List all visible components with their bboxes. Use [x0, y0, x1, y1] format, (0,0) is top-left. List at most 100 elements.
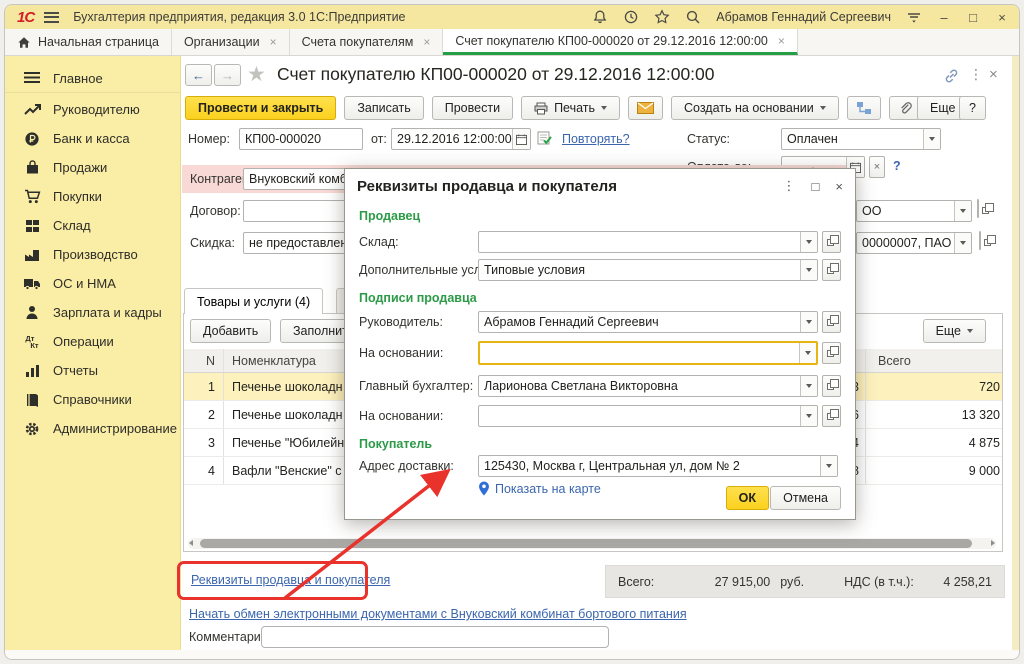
open-head-button[interactable]	[822, 311, 841, 333]
add-row-button[interactable]: Добавить	[190, 319, 271, 343]
tab-close-icon[interactable]: ×	[270, 35, 277, 49]
delivery-address-field[interactable]: 125430, Москва г, Центральная ул, дом № …	[478, 455, 838, 477]
bank-account-field[interactable]: 00000007, ПАО СБ	[856, 232, 972, 254]
print-button[interactable]: Печать	[521, 96, 620, 120]
warehouse-field[interactable]	[478, 231, 818, 253]
dropdown-button[interactable]	[954, 201, 971, 221]
post-button[interactable]: Провести	[432, 96, 513, 120]
main-menu-icon[interactable]	[44, 12, 59, 23]
open-warehouse-button[interactable]	[822, 231, 841, 253]
accountant-field[interactable]: Ларионова Светлана Викторовна	[478, 375, 818, 397]
sidebar-item-reports[interactable]: Отчеты	[5, 356, 180, 385]
ok-button[interactable]: ОК	[726, 486, 769, 510]
sidebar-item-warehouse[interactable]: Склад	[5, 211, 180, 240]
open-basis1-button[interactable]	[822, 342, 841, 364]
dialog-close-icon[interactable]: ×	[835, 179, 843, 194]
dropdown-button[interactable]	[820, 456, 837, 476]
open-bank-account-button[interactable]	[979, 231, 981, 250]
help-button[interactable]: ?	[959, 96, 986, 120]
sidebar-item-manager[interactable]: Руководителю	[5, 95, 180, 124]
dropdown-button[interactable]	[923, 129, 940, 149]
dialog-more-vert-icon[interactable]: ⋮	[783, 178, 796, 194]
cancel-button[interactable]: Отмена	[770, 486, 841, 510]
open-organization-button[interactable]	[977, 199, 979, 218]
table-more-button[interactable]: Еще	[923, 319, 986, 343]
sidebar-item-bank-cash[interactable]: Банк и касса	[5, 124, 180, 153]
requisites-link[interactable]: Реквизиты продавца и покупателя	[191, 573, 390, 587]
favorites-star-icon[interactable]	[654, 9, 670, 25]
open-accountant-button[interactable]	[822, 375, 841, 397]
favorite-star-icon[interactable]: ★	[247, 62, 266, 87]
tab-customer-invoices[interactable]: Счета покупателям ×	[290, 29, 444, 55]
sidebar-item-payroll-hr[interactable]: Зарплата и кадры	[5, 298, 180, 327]
dropdown-button[interactable]	[800, 260, 817, 280]
basis2-field[interactable]	[478, 405, 818, 427]
minimize-button[interactable]: –	[937, 10, 951, 25]
dropdown-button[interactable]	[799, 343, 816, 363]
sidebar-item-administration[interactable]: Администрирование	[5, 414, 180, 443]
sidebar-item-fixed-assets[interactable]: ОС и НМА	[5, 269, 180, 298]
sidebar-item-operations[interactable]: ДтКтОперации	[5, 327, 180, 356]
column-n[interactable]: N	[184, 349, 224, 372]
open-conditions-button[interactable]	[822, 259, 841, 281]
comment-field[interactable]	[261, 626, 609, 648]
sidebar-item-purchases[interactable]: Покупки	[5, 182, 180, 211]
create-based-on-button[interactable]: Создать на основании	[671, 96, 839, 120]
service-menu-icon[interactable]	[906, 9, 922, 25]
tab-home[interactable]: Начальная страница	[5, 29, 172, 55]
sidebar-item-main[interactable]: Главное	[5, 64, 180, 93]
send-email-button[interactable]	[628, 96, 663, 120]
conditions-field[interactable]: Типовые условия	[478, 259, 818, 281]
get-link-icon[interactable]	[943, 68, 960, 84]
open-basis2-button[interactable]	[822, 405, 841, 427]
document-structure-button[interactable]	[847, 96, 881, 120]
scroll-right-icon[interactable]	[991, 540, 995, 546]
dropdown-button[interactable]	[800, 406, 817, 426]
number-field[interactable]: КП00-000020	[239, 128, 363, 150]
back-button[interactable]: ←	[185, 64, 212, 86]
attachments-button[interactable]	[889, 96, 921, 120]
show-on-map-link[interactable]: Показать на карте	[495, 482, 601, 496]
clear-button[interactable]: ×	[869, 156, 885, 178]
pay-until-help[interactable]: ?	[893, 159, 901, 173]
dropdown-button[interactable]	[954, 233, 971, 253]
sidebar-item-directories[interactable]: Справочники	[5, 385, 180, 414]
close-form-icon[interactable]: ×	[989, 66, 998, 83]
dropdown-button[interactable]	[800, 312, 817, 332]
organization-field[interactable]: ОО	[856, 200, 972, 222]
basis2-label: На основании:	[359, 409, 443, 423]
column-total[interactable]: Всего	[866, 349, 1002, 372]
date-field[interactable]: 29.12.2016 12:00:00	[391, 128, 531, 150]
sidebar-item-sales[interactable]: Продажи	[5, 153, 180, 182]
more-vert-icon[interactable]: ⋮	[969, 66, 983, 83]
tab-organizations[interactable]: Организации ×	[172, 29, 290, 55]
scroll-left-icon[interactable]	[189, 540, 193, 546]
schedule-check-icon[interactable]	[537, 130, 553, 146]
tab-goods-services[interactable]: Товары и услуги (4)	[184, 288, 323, 314]
tab-close-icon[interactable]: ×	[778, 34, 785, 48]
current-user[interactable]: Абрамов Геннадий Сергеевич	[716, 10, 891, 24]
post-and-close-button[interactable]: Провести и закрыть	[185, 96, 336, 120]
status-select[interactable]: Оплачен	[781, 128, 941, 150]
dropdown-button[interactable]	[800, 232, 817, 252]
head-field[interactable]: Абрамов Геннадий Сергеевич	[478, 311, 818, 333]
repeat-link[interactable]: Повторять?	[562, 132, 630, 146]
notifications-bell-icon[interactable]	[592, 9, 608, 25]
basis1-field-focused[interactable]	[478, 341, 818, 365]
horizontal-scrollbar[interactable]	[188, 538, 996, 549]
sidebar-item-production[interactable]: Производство	[5, 240, 180, 269]
calendar-button[interactable]	[512, 129, 530, 149]
tab-close-icon[interactable]: ×	[423, 35, 430, 49]
close-window-button[interactable]: ×	[995, 10, 1009, 25]
edi-exchange-link[interactable]: Начать обмен электронными документами с …	[189, 607, 687, 621]
forward-button[interactable]: →	[214, 64, 241, 86]
history-icon[interactable]	[623, 9, 639, 25]
form-scrollbar[interactable]	[1012, 56, 1019, 650]
dialog-maximize-icon[interactable]: □	[812, 179, 820, 194]
tab-current-invoice[interactable]: Счет покупателю КП00-000020 от 29.12.201…	[443, 29, 798, 55]
scrollbar-thumb[interactable]	[200, 539, 972, 548]
search-icon[interactable]	[685, 9, 701, 25]
save-button[interactable]: Записать	[344, 96, 423, 120]
maximize-button[interactable]: □	[966, 10, 980, 25]
dropdown-button[interactable]	[800, 376, 817, 396]
